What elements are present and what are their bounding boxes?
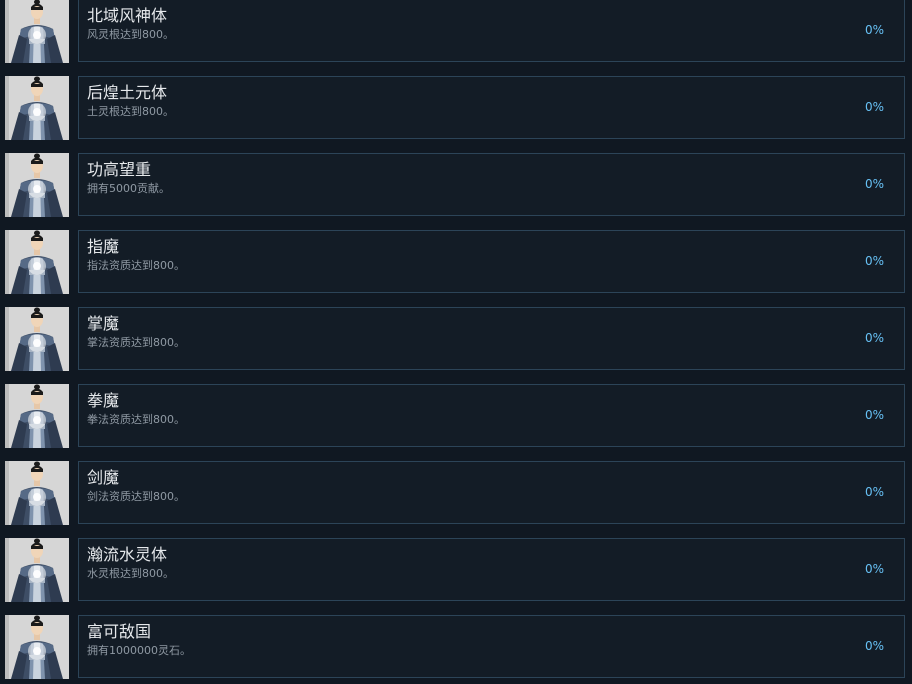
cultivator-portrait-icon bbox=[5, 230, 69, 294]
cultivator-portrait-icon bbox=[5, 615, 69, 679]
achievement-unlock-percent: 0% bbox=[864, 639, 884, 653]
achievement-unlock-percent: 0% bbox=[864, 485, 884, 499]
cultivator-portrait-icon bbox=[5, 153, 69, 217]
achievement-unlock-percent: 0% bbox=[864, 23, 884, 37]
achievement-panel: 功高望重 拥有5000贡献。 0% bbox=[78, 153, 905, 216]
achievement-title: 后煌土元体 bbox=[87, 83, 168, 102]
cultivator-portrait-icon bbox=[5, 307, 69, 371]
achievement-description: 风灵根达到800。 bbox=[87, 28, 174, 41]
achievement-title: 拳魔 bbox=[87, 391, 120, 410]
cultivator-portrait-icon bbox=[5, 0, 69, 63]
achievement-row[interactable]: 剑魔 剑法资质达到800。 0% bbox=[0, 448, 912, 525]
achievement-description: 水灵根达到800。 bbox=[87, 567, 174, 580]
achievement-unlock-percent: 0% bbox=[864, 562, 884, 576]
achievement-row[interactable]: 瀚流水灵体 水灵根达到800。 0% bbox=[0, 525, 912, 602]
achievement-title: 掌魔 bbox=[87, 314, 120, 333]
achievement-row[interactable]: 北域风神体 风灵根达到800。 0% bbox=[0, 0, 912, 63]
achievement-unlock-percent: 0% bbox=[864, 408, 884, 422]
achievement-panel: 后煌土元体 土灵根达到800。 0% bbox=[78, 76, 905, 139]
achievement-title: 富可敌国 bbox=[87, 622, 152, 641]
achievement-description: 拥有1000000灵石。 bbox=[87, 644, 191, 657]
achievement-description: 拥有5000贡献。 bbox=[87, 182, 170, 195]
achievement-row[interactable]: 后煌土元体 土灵根达到800。 0% bbox=[0, 63, 912, 140]
achievement-panel: 富可敌国 拥有1000000灵石。 0% bbox=[78, 615, 905, 678]
achievement-unlock-percent: 0% bbox=[864, 177, 884, 191]
cultivator-portrait-icon bbox=[5, 76, 69, 140]
achievement-unlock-percent: 0% bbox=[864, 331, 884, 345]
achievement-row[interactable]: 功高望重 拥有5000贡献。 0% bbox=[0, 140, 912, 217]
achievement-description: 拳法资质达到800。 bbox=[87, 413, 185, 426]
achievement-description: 指法资质达到800。 bbox=[87, 259, 185, 272]
cultivator-portrait-icon bbox=[5, 384, 69, 448]
achievement-list: 北域风神体 风灵根达到800。 0% 后煌土元体 土灵根达到800。 0% 功高… bbox=[0, 0, 912, 679]
achievement-row[interactable]: 掌魔 掌法资质达到800。 0% bbox=[0, 294, 912, 371]
achievement-title: 指魔 bbox=[87, 237, 120, 256]
achievement-description: 剑法资质达到800。 bbox=[87, 490, 185, 503]
achievement-panel: 瀚流水灵体 水灵根达到800。 0% bbox=[78, 538, 905, 601]
achievement-row[interactable]: 指魔 指法资质达到800。 0% bbox=[0, 217, 912, 294]
achievement-panel: 剑魔 剑法资质达到800。 0% bbox=[78, 461, 905, 524]
cultivator-portrait-icon bbox=[5, 461, 69, 525]
cultivator-portrait-icon bbox=[5, 538, 69, 602]
achievement-panel: 拳魔 拳法资质达到800。 0% bbox=[78, 384, 905, 447]
achievement-title: 北域风神体 bbox=[87, 6, 168, 25]
achievement-description: 掌法资质达到800。 bbox=[87, 336, 185, 349]
achievement-unlock-percent: 0% bbox=[864, 100, 884, 114]
achievement-unlock-percent: 0% bbox=[864, 254, 884, 268]
achievement-row[interactable]: 拳魔 拳法资质达到800。 0% bbox=[0, 371, 912, 448]
achievement-description: 土灵根达到800。 bbox=[87, 105, 174, 118]
achievement-title: 功高望重 bbox=[87, 160, 152, 179]
achievement-row[interactable]: 富可敌国 拥有1000000灵石。 0% bbox=[0, 602, 912, 679]
achievement-title: 瀚流水灵体 bbox=[87, 545, 168, 564]
achievement-panel: 指魔 指法资质达到800。 0% bbox=[78, 230, 905, 293]
achievement-panel: 掌魔 掌法资质达到800。 0% bbox=[78, 307, 905, 370]
achievement-title: 剑魔 bbox=[87, 468, 120, 487]
achievement-panel: 北域风神体 风灵根达到800。 0% bbox=[78, 0, 905, 62]
